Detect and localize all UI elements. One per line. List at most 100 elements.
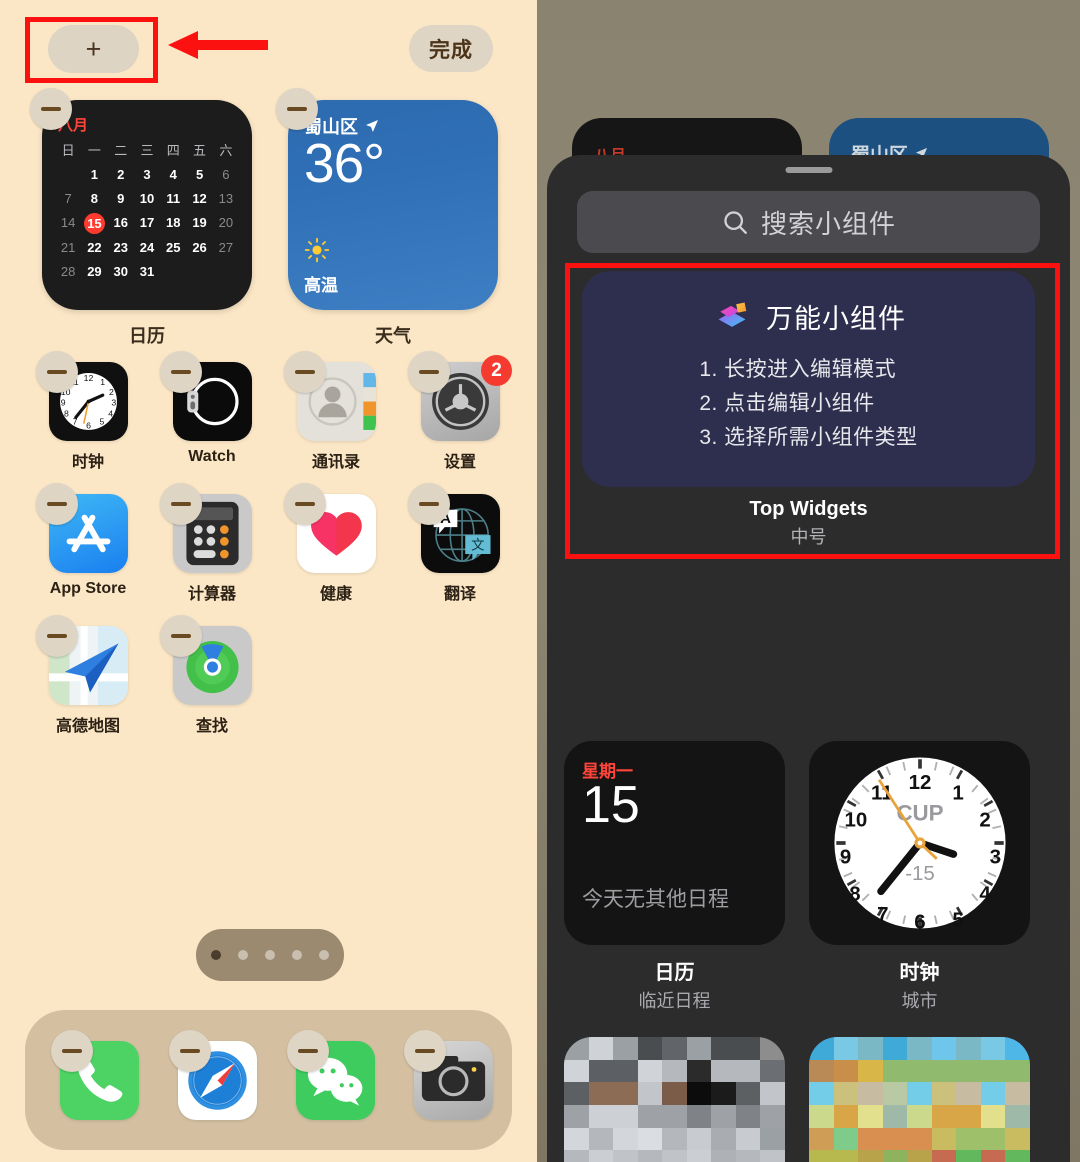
minus-icon[interactable]: [30, 88, 72, 130]
preview-pixel: [711, 1127, 736, 1151]
minus-icon[interactable]: [51, 1029, 93, 1072]
calendar-upnext-card[interactable]: 星期一 15 今天无其他日程: [564, 741, 785, 945]
clock-city-card[interactable]: 12 1 2 345 678 9 10 11 CUP -15: [809, 741, 1030, 945]
preview-pixel: [588, 1059, 614, 1083]
minus-icon[interactable]: [276, 88, 318, 130]
app-contacts[interactable]: 通讯录: [274, 351, 398, 494]
gallery-item-clock[interactable]: 12 1 2 345 678 9 10 11 CUP -15 时钟 城市: [809, 741, 1030, 1013]
preview-pixel: [613, 1150, 638, 1162]
app-amap[interactable]: 高德地图: [26, 615, 150, 758]
preview-pixel: [931, 1082, 957, 1105]
promo-title: 万能小组件: [766, 303, 906, 334]
drag-handle[interactable]: [785, 167, 832, 173]
minus-icon[interactable]: [36, 615, 78, 657]
app-label: App Store: [49, 580, 127, 597]
app-row: 1212 345 678 91011 时钟: [0, 351, 537, 494]
gallery-item-calendar[interactable]: 星期一 15 今天无其他日程 日历 临近日程: [564, 741, 785, 1013]
calendar-weekday-header: 四: [166, 143, 180, 158]
search-input[interactable]: 搜索小组件: [577, 191, 1040, 253]
calendar-day: 9: [117, 191, 125, 206]
page-dot[interactable]: [211, 950, 221, 960]
preview-pixel: [564, 1037, 589, 1060]
page-dot[interactable]: [265, 950, 275, 960]
preview-pixel: [833, 1082, 859, 1105]
qqmusic-card[interactable]: [809, 1037, 1030, 1162]
preview-pixel: [882, 1104, 908, 1128]
calendar-widget[interactable]: 八月 日一二三四五六 1 2 3 4 5 6 7 8 9 10 11 12 13 14 15 16 17 18 19 2…: [30, 88, 252, 348]
preview-pixel: [564, 1150, 589, 1162]
app-appstore[interactable]: App Store: [26, 483, 150, 626]
preview-pixel: [980, 1082, 1006, 1105]
preview-pixel: [735, 1127, 761, 1151]
preview-pixel: [588, 1037, 614, 1060]
minus-icon[interactable]: [36, 351, 78, 393]
promo-size-label: 中号: [790, 527, 827, 547]
preview-pixel: [833, 1127, 859, 1151]
calendar-day: 1: [90, 167, 99, 182]
app-settings[interactable]: 2 设置: [398, 351, 522, 494]
app-clock[interactable]: 1212 345 678 91011 时钟: [26, 351, 150, 494]
preview-pixel: [760, 1037, 785, 1060]
minus-icon[interactable]: [36, 483, 78, 525]
add-widget-button[interactable]: +: [48, 25, 139, 73]
dock-app-phone[interactable]: [41, 1029, 159, 1120]
preview-pixel: [1005, 1059, 1030, 1083]
gallery-item-photos[interactable]: 照片 为您推荐: [564, 1037, 785, 1162]
preview-pixel: [613, 1127, 638, 1151]
preview-pixel: [809, 1150, 834, 1162]
preview-pixel: [980, 1059, 1006, 1083]
dock-app-safari[interactable]: [159, 1029, 277, 1120]
preview-pixel: [1005, 1104, 1030, 1128]
preview-pixel: [637, 1150, 663, 1162]
minus-icon[interactable]: [286, 1029, 329, 1072]
app-label: Watch: [188, 448, 236, 465]
minus-icon[interactable]: [284, 483, 326, 525]
page-dot[interactable]: [292, 950, 302, 960]
minus-icon[interactable]: [168, 1029, 211, 1072]
dock-app-wechat[interactable]: [277, 1029, 395, 1120]
calendar-day: 15: [81, 213, 107, 234]
minus-icon[interactable]: [404, 1029, 447, 1072]
page-dot[interactable]: [319, 950, 329, 960]
page-dot[interactable]: [238, 950, 248, 960]
weather-widget-card[interactable]: 蜀山区 36° 高温: [288, 100, 498, 310]
app-calculator[interactable]: 计算器: [150, 483, 274, 626]
preview-pixel: [956, 1150, 981, 1162]
calendar-day: 22: [87, 240, 102, 255]
minus-icon[interactable]: [160, 615, 202, 657]
clock-offset: -15: [905, 862, 935, 885]
preview-pixel: [1005, 1082, 1030, 1105]
photos-card[interactable]: [564, 1037, 785, 1162]
svg-text:2: 2: [108, 387, 113, 397]
weather-widget[interactable]: 蜀山区 36° 高温 天气: [276, 88, 498, 348]
page-dots[interactable]: [196, 929, 344, 981]
preview-pixel: [833, 1150, 859, 1162]
minus-icon[interactable]: [408, 483, 450, 525]
dock-app-camera[interactable]: [394, 1029, 512, 1120]
minus-icon[interactable]: [160, 351, 202, 393]
calendar-day: 31: [139, 264, 155, 279]
preview-pixel: [686, 1037, 712, 1060]
app-health[interactable]: 健康: [274, 483, 398, 626]
svg-text:1: 1: [952, 781, 963, 804]
app-translate[interactable]: A 文 翻译: [398, 483, 522, 626]
app-watch[interactable]: Watch: [150, 351, 274, 494]
search-icon: [724, 210, 747, 234]
done-button[interactable]: 完成: [409, 25, 493, 72]
promo-step: 2. 点击编辑小组件: [699, 392, 875, 416]
app-findmy[interactable]: 查找: [150, 615, 274, 758]
preview-pixel: [588, 1082, 614, 1105]
minus-icon[interactable]: [284, 351, 326, 393]
top-widgets-promo-card[interactable]: 万能小组件 1. 长按进入编辑模式 2. 点击编辑小组件 3. 选择所需小组件类…: [582, 271, 1035, 487]
preview-pixel: [735, 1150, 761, 1162]
preview-pixel: [931, 1150, 957, 1162]
calendar-widget-card[interactable]: 八月 日一二三四五六 1 2 3 4 5 6 7 8 9 10 11 12 13 14 15 16 17 18 19 2…: [42, 100, 252, 310]
gallery-item-qqmusic[interactable]: QQ音乐 最近播放: [809, 1037, 1030, 1162]
minus-icon[interactable]: [408, 351, 450, 393]
featured-widget-entry[interactable]: 万能小组件 1. 长按进入编辑模式 2. 点击编辑小组件 3. 选择所需小组件类…: [564, 271, 1053, 549]
minus-icon[interactable]: [160, 483, 202, 525]
preview-pixel: [564, 1104, 589, 1128]
preview-pixel: [907, 1082, 932, 1105]
calendar-weekday-header: 日: [61, 143, 75, 158]
preview-pixel: [907, 1150, 932, 1162]
